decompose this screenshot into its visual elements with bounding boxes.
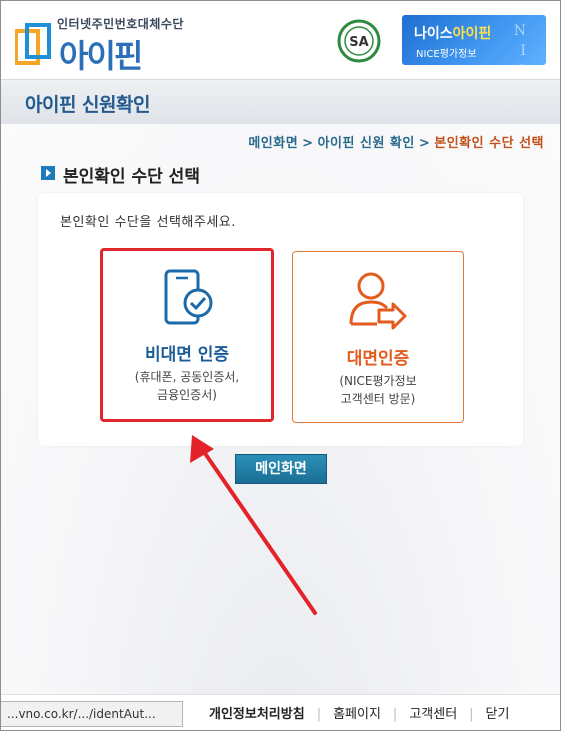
logo-subtitle: 인터넷주민번호대체수단 (57, 17, 184, 31)
face-to-face-auth-option[interactable]: 대면인증 (NICE평가정보 고객센터 방문) (292, 251, 464, 423)
footer-privacy-policy-link[interactable]: 개인정보처리방침 (209, 707, 305, 722)
footer-homepage-link[interactable]: 홈페이지 (333, 707, 381, 722)
page-title-bar: 아이핀 신원확인 (1, 79, 560, 125)
non-face-to-face-desc-line2: 금융인증서) (157, 388, 217, 402)
header: 인터넷주민번호대체수단 아이핀 SA 나이스아이핀 NICE평가정보 N I C… (1, 1, 560, 99)
instruction-text: 본인확인 수단을 선택해주세요. (60, 215, 236, 230)
nice-banner-subtitle: NICE평가정보 (416, 49, 477, 60)
non-face-to-face-auth-desc: (휴대폰, 공동인증서, 금융인증서) (103, 368, 271, 404)
non-face-to-face-auth-option[interactable]: 비대면 인증 (휴대폰, 공동인증서, 금융인증서) (100, 248, 274, 422)
face-to-face-auth-label: 대면인증 (346, 349, 410, 369)
footer-customer-center-link[interactable]: 고객센터 (409, 707, 457, 722)
non-face-to-face-auth-label: 비대면 인증 (144, 345, 230, 365)
footer-divider: | (316, 707, 322, 722)
footer-divider: | (392, 707, 398, 722)
verification-method-panel: 본인확인 수단을 선택해주세요. 비대면 인증 (휴대폰, 공동인증서, 금융인… (38, 193, 523, 446)
ipin-logo-icon (15, 23, 51, 65)
ipin-logo[interactable]: 인터넷주민번호대체수단 아이핀 (13, 11, 193, 75)
status-bar-url: ...vno.co.kr/.../identAut... (1, 701, 183, 727)
breadcrumb-home[interactable]: 메인화면 (248, 136, 298, 151)
breadcrumb-current: 본인확인 수단 선택 (434, 136, 544, 151)
face-to-face-auth-desc: (NICE평가정보 고객센터 방문) (293, 372, 463, 408)
sa-certification-badge-icon: SA (337, 19, 381, 63)
phone-check-icon (164, 269, 213, 325)
main-page-button[interactable]: 메인화면 (235, 454, 327, 484)
nice-banner-title-b: 아이핀 (452, 26, 492, 42)
breadcrumb-separator: > (302, 136, 314, 151)
non-face-to-face-desc-line1: (휴대폰, 공동인증서, (134, 370, 240, 384)
sa-badge-text: SA (349, 35, 368, 50)
person-visit-icon (349, 272, 407, 330)
section-title: 본인확인 수단 선택 (41, 162, 200, 187)
breadcrumb: 메인화면 > 아이핀 신원 확인 > 본인확인 수단 선택 (248, 132, 544, 151)
nice-banner-title: 나이스아이핀 (414, 23, 491, 43)
logo-title: 아이핀 (59, 37, 143, 75)
footer-links: 개인정보처리방침 | 홈페이지 | 고객센터 | 닫기 (197, 703, 521, 722)
nice-banner-title-a: 나이스 (414, 26, 453, 42)
browser-window: 인터넷주민번호대체수단 아이핀 SA 나이스아이핀 NICE평가정보 N I C… (0, 0, 561, 731)
footer-close-link[interactable]: 닫기 (486, 707, 510, 722)
nice-ipin-banner[interactable]: 나이스아이핀 NICE평가정보 N I C E (402, 15, 546, 99)
face-to-face-desc-line1: (NICE평가정보 (339, 374, 417, 388)
page-title: 아이핀 신원확인 (25, 94, 150, 116)
face-to-face-desc-line2: 고객센터 방문) (340, 392, 416, 406)
section-title-text: 본인확인 수단 선택 (63, 167, 200, 187)
footer-divider: | (469, 707, 474, 722)
breadcrumb-ipin-verify[interactable]: 아이핀 신원 확인 (318, 136, 415, 151)
main-content: 메인화면 > 아이핀 신원 확인 > 본인확인 수단 선택 본인확인 수단 선택 본인확… (1, 124, 560, 730)
breadcrumb-separator: > (418, 136, 431, 151)
